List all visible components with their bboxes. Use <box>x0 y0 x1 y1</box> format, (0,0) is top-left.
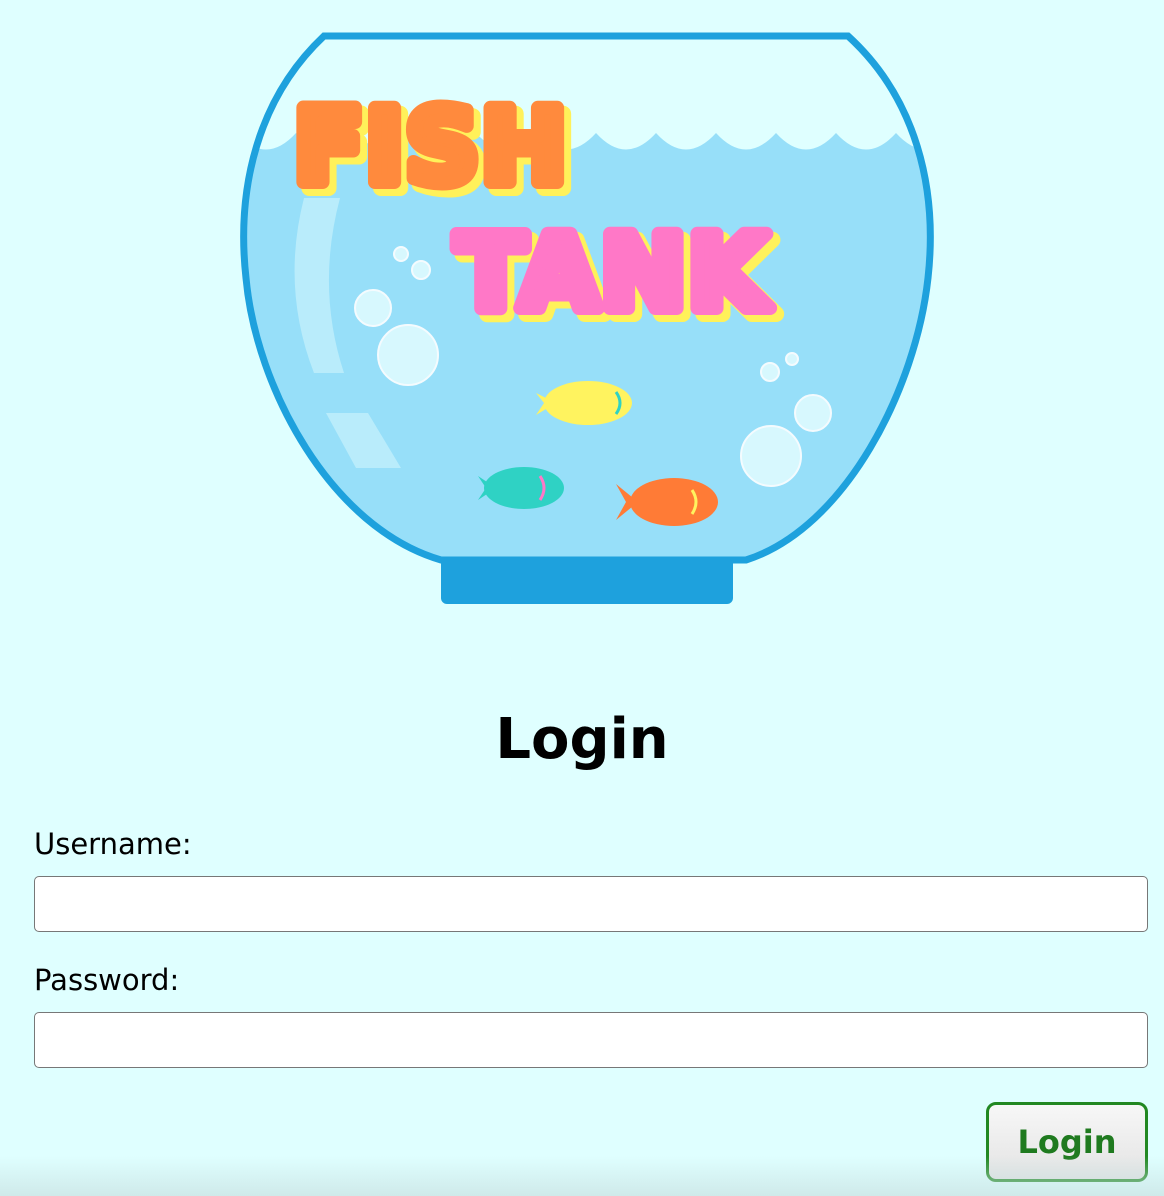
login-button[interactable]: Login <box>986 1102 1148 1182</box>
username-input[interactable] <box>34 876 1148 932</box>
fishbowl-illustration: FISH FISH TANK TANK <box>240 32 934 604</box>
svg-text:TANK: TANK <box>456 214 771 333</box>
fish-tank-logo: FISH FISH TANK TANK <box>236 28 936 610</box>
logo-word-fish: FISH FISH <box>287 81 580 221</box>
logo-word-tank: TANK TANK <box>449 207 783 347</box>
username-label: Username: <box>34 827 192 861</box>
page-title: Login <box>495 707 669 772</box>
password-label: Password: <box>34 963 180 997</box>
bowl-base <box>441 558 733 604</box>
password-input[interactable] <box>34 1012 1148 1068</box>
svg-text:FISH: FISH <box>294 88 568 207</box>
